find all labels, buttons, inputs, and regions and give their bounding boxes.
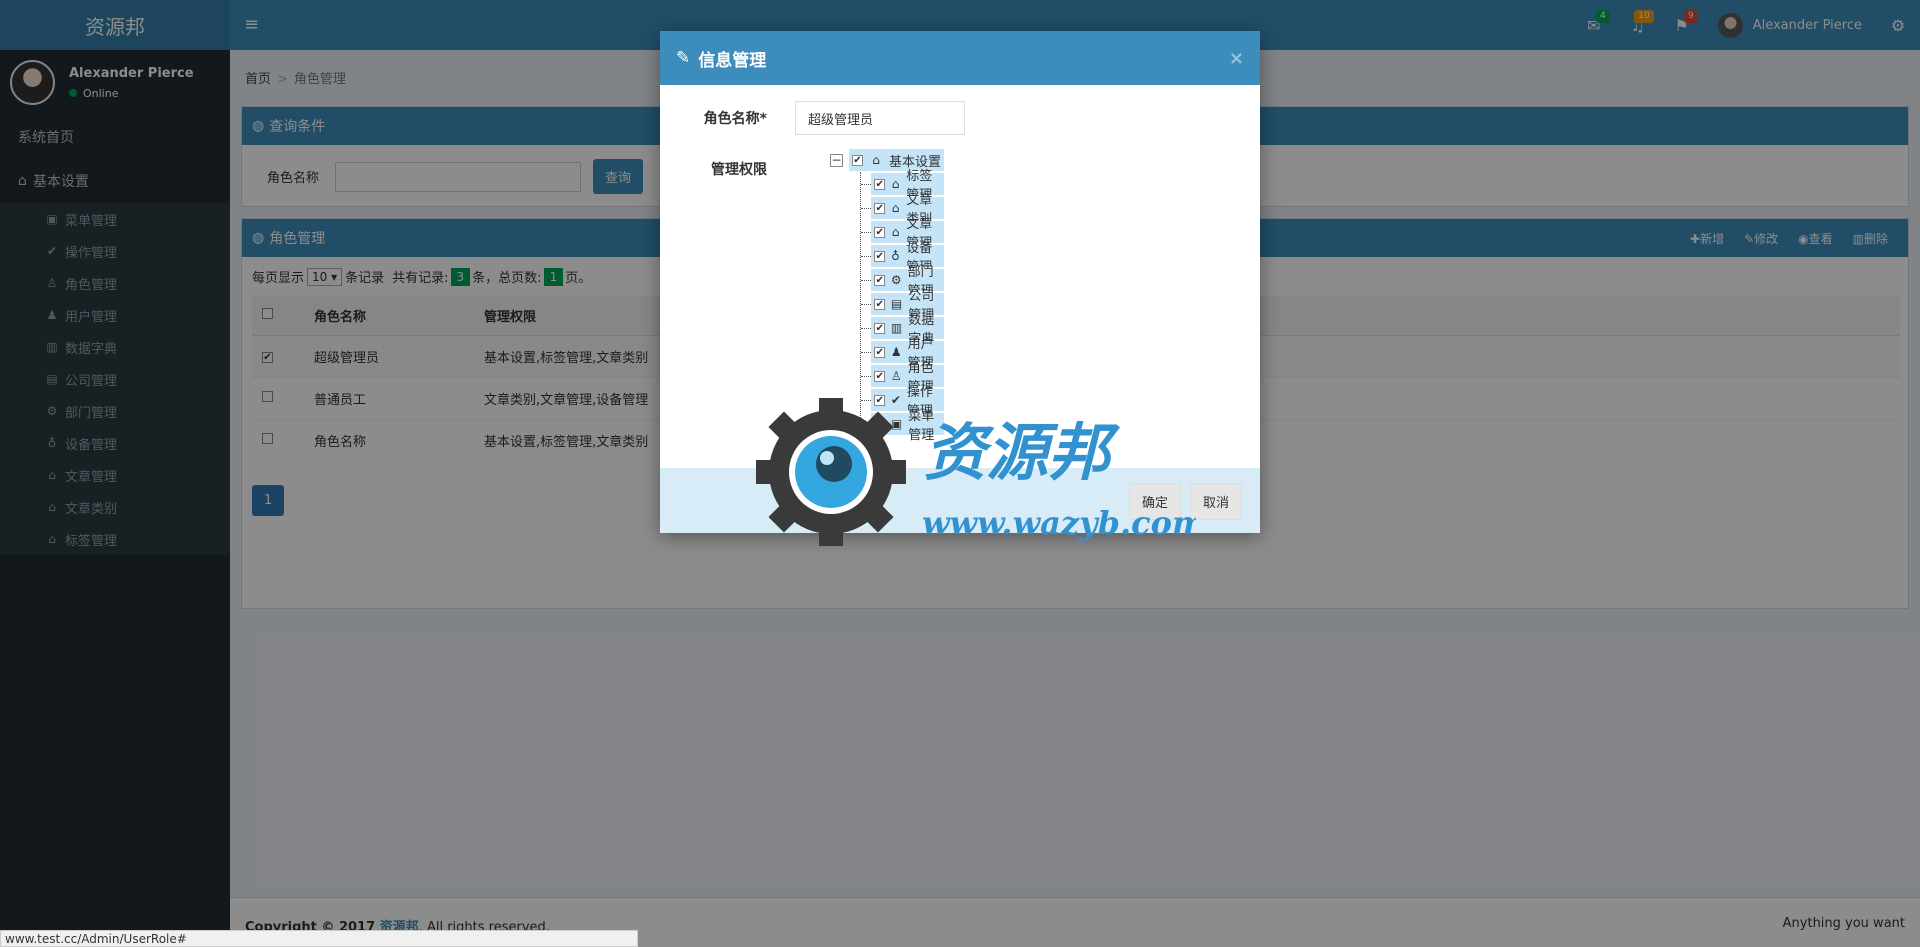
tree-checkbox[interactable]: ✔ [874, 274, 885, 286]
role-name-label: 角色名称* [703, 111, 767, 127]
role-name-input[interactable]: 超级管理员 [795, 101, 965, 135]
modal-title: 信息管理 [698, 50, 767, 71]
watermark-gear-icon [756, 398, 906, 546]
modal-header: ✎ 信息管理 × [660, 31, 1260, 85]
tree-checkbox[interactable]: ✔ [874, 202, 885, 214]
bar-chart-icon: ▥ [890, 321, 903, 335]
tree-checkbox[interactable]: ✔ [874, 322, 885, 334]
permission-label: 管理权限 [711, 162, 767, 178]
collapse-icon[interactable]: − [830, 153, 843, 167]
permission-tree: − ✔ ⌂ 基本设置 ✔ ⌂ 标签管理 ✔ ⌂ 文章类别 ✔ ⌂ 文章管理 ✔ ♁ 设备管理 ✔ ⚙ 部门管… [830, 148, 945, 443]
status-url: www.test.cc/Admin/UserRole# [0, 930, 638, 947]
watermark-text: 资源邦 [924, 416, 1121, 489]
tree-checkbox[interactable]: ✔ [874, 298, 885, 310]
tree-checkbox[interactable]: ✔ [874, 250, 885, 262]
home-icon: ⌂ [872, 153, 880, 167]
watermark-logo: 资源邦 www.wazyb.com [756, 398, 1196, 546]
gear-icon: ⚙ [890, 273, 902, 287]
tree-checkbox[interactable]: ✔ [874, 346, 885, 358]
home-icon: ⌂ [891, 225, 900, 239]
tree-checkbox[interactable]: ✔ [874, 370, 885, 382]
tree-checkbox[interactable]: ✔ [874, 226, 885, 238]
cancel-button[interactable]: 取消 [1190, 483, 1243, 520]
user-plus-icon: ♟ [890, 345, 902, 359]
briefcase-icon: ▤ [890, 297, 903, 311]
lightbulb-icon: ♁ [891, 249, 900, 263]
close-icon[interactable]: × [1229, 48, 1244, 69]
pencil-icon: ✎ [676, 48, 691, 68]
home-icon: ⌂ [891, 201, 900, 215]
watermark-url: www.wazyb.com [922, 504, 1196, 542]
tree-checkbox[interactable]: ✔ [852, 154, 863, 166]
user-shield-icon: ♙ [890, 369, 902, 383]
tree-checkbox[interactable]: ✔ [874, 178, 885, 190]
home-icon: ⌂ [891, 177, 900, 191]
